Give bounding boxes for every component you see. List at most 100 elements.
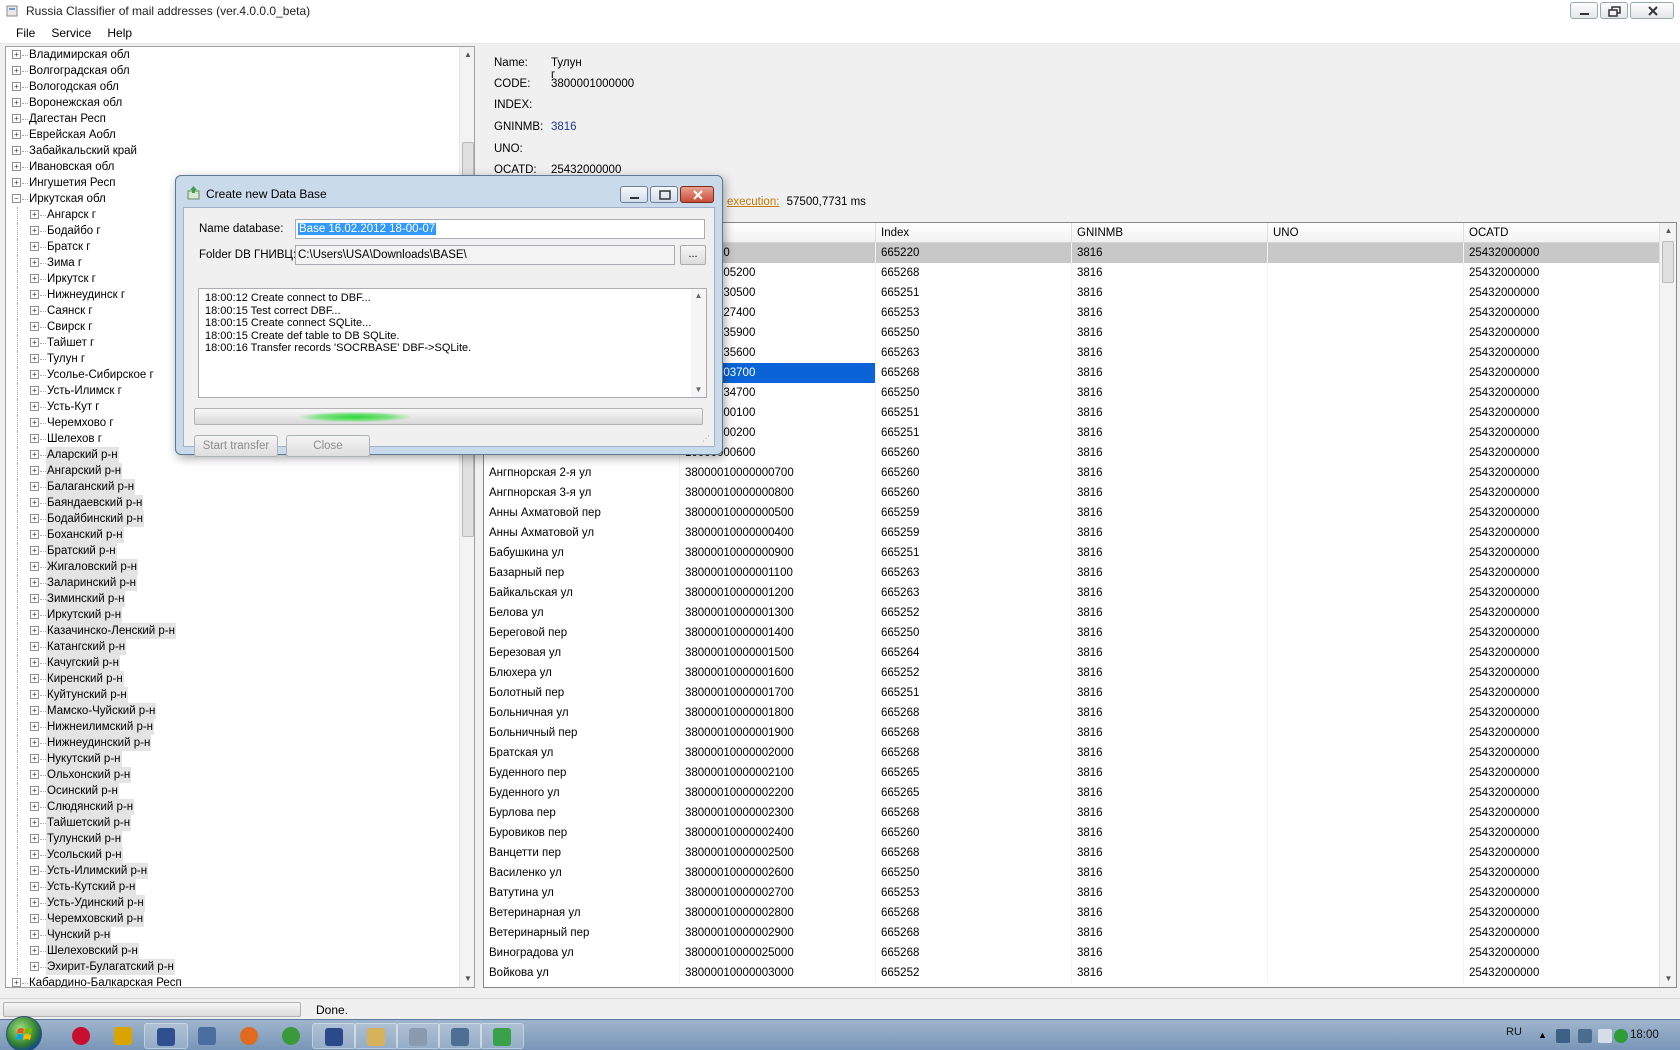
table-cell[interactable] <box>1268 803 1464 823</box>
taskbar-item[interactable] <box>312 1023 356 1049</box>
table-cell[interactable]: 665251 <box>876 403 1072 423</box>
resize-grip-icon[interactable]: ⋰ <box>702 434 712 444</box>
table-cell[interactable]: 38000010000003000 <box>680 963 876 983</box>
table-cell[interactable]: 665251 <box>876 543 1072 563</box>
table-cell[interactable]: 38000010000001900 <box>680 723 876 743</box>
expand-icon[interactable]: + <box>30 354 39 363</box>
table-cell[interactable]: 665268 <box>876 803 1072 823</box>
table-cell[interactable]: 665263 <box>876 583 1072 603</box>
table-cell[interactable]: Анны Ахматовой ул <box>484 523 680 543</box>
table-cell[interactable]: 665268 <box>876 843 1072 863</box>
expand-icon[interactable]: + <box>30 882 39 891</box>
table-cell[interactable]: Белова ул <box>484 603 680 623</box>
table-cell[interactable]: 38000010000001300 <box>680 603 876 623</box>
expand-icon[interactable]: + <box>30 786 39 795</box>
table-cell[interactable]: 38000010000000900 <box>680 543 876 563</box>
tree-item[interactable]: + Ангарский р-н <box>6 463 456 479</box>
table-cell[interactable] <box>1268 823 1464 843</box>
tray-app-icon[interactable] <box>1614 1029 1628 1043</box>
table-row[interactable]: Бурлова пер 38000010000002300 665268 3816 25… <box>484 803 1660 823</box>
table-cell[interactable]: 665259 <box>876 523 1072 543</box>
table-cell[interactable]: 665253 <box>876 883 1072 903</box>
expand-icon[interactable]: + <box>30 370 39 379</box>
table-cell[interactable]: 665268 <box>876 743 1072 763</box>
tree-item[interactable]: + Заларинский р-н <box>6 575 456 591</box>
table-cell[interactable]: 38000010000002600 <box>680 863 876 883</box>
expand-icon[interactable]: + <box>12 50 21 59</box>
tree-item[interactable]: + Усть-Удинский р-н <box>6 895 456 911</box>
table-cell[interactable]: 665268 <box>876 703 1072 723</box>
taskbar-item[interactable] <box>60 1023 104 1049</box>
expand-icon[interactable]: + <box>30 482 39 491</box>
table-row[interactable]: Войкова ул 38000010000003000 665252 3816 254… <box>484 963 1660 983</box>
table-cell[interactable]: Ватутина ул <box>484 883 680 903</box>
table-row[interactable]: Ангпнорская 3-я ул 38000010000000800 66526… <box>484 483 1660 503</box>
expand-icon[interactable]: + <box>30 274 39 283</box>
table-cell[interactable]: 38000010000001400 <box>680 623 876 643</box>
expand-icon[interactable]: + <box>30 450 39 459</box>
table-cell[interactable]: Ванцетти пер <box>484 843 680 863</box>
expand-icon[interactable]: + <box>30 402 39 411</box>
expand-icon[interactable]: + <box>30 962 39 971</box>
scroll-down-arrow-icon[interactable]: ▼ <box>691 383 706 397</box>
table-cell[interactable]: 25432000000 <box>1464 723 1660 743</box>
grid-scroll-thumb[interactable] <box>1662 241 1674 283</box>
expand-icon[interactable]: + <box>30 690 39 699</box>
table-cell[interactable]: 25432000000 <box>1464 903 1660 923</box>
table-cell[interactable]: 3816 <box>1072 683 1268 703</box>
table-cell[interactable]: 38000010000002500 <box>680 843 876 863</box>
table-cell[interactable]: 3816 <box>1072 783 1268 803</box>
table-cell[interactable]: 3816 <box>1072 723 1268 743</box>
table-cell[interactable]: 3816 <box>1072 503 1268 523</box>
table-cell[interactable]: 25432000000 <box>1464 563 1660 583</box>
table-cell[interactable]: 25432000000 <box>1464 303 1660 323</box>
tree-item[interactable]: + Волгоградская обл <box>6 63 456 79</box>
table-cell[interactable]: 3816 <box>1072 263 1268 283</box>
table-cell[interactable]: 38000010000000700 <box>680 463 876 483</box>
table-cell[interactable]: 3816 <box>1072 603 1268 623</box>
column-header[interactable]: UNO <box>1268 223 1464 243</box>
table-cell[interactable]: 25432000000 <box>1464 463 1660 483</box>
expand-icon[interactable]: + <box>30 546 39 555</box>
tree-item[interactable]: + Иркутский р-н <box>6 607 456 623</box>
table-cell[interactable] <box>1268 403 1464 423</box>
table-cell[interactable] <box>1268 923 1464 943</box>
table-cell[interactable] <box>1268 523 1464 543</box>
table-row[interactable]: Буровиков пер 38000010000002400 665260 3816… <box>484 823 1660 843</box>
table-cell[interactable]: 665252 <box>876 663 1072 683</box>
table-row[interactable]: Буденного пер 38000010000002100 665265 3816… <box>484 763 1660 783</box>
table-cell[interactable]: 3816 <box>1072 463 1268 483</box>
expand-icon[interactable]: + <box>12 66 21 75</box>
table-cell[interactable] <box>1268 323 1464 343</box>
table-cell[interactable]: 38000010000001800 <box>680 703 876 723</box>
table-cell[interactable]: 38000010000000800 <box>680 483 876 503</box>
table-row[interactable]: Ванцетти пер 38000010000002500 665268 3816 2… <box>484 843 1660 863</box>
close-dialog-button[interactable]: Close <box>286 435 370 457</box>
table-cell[interactable] <box>1268 963 1464 983</box>
tree-item[interactable]: + Нукутский р-н <box>6 751 456 767</box>
table-cell[interactable]: 665252 <box>876 603 1072 623</box>
tree-item[interactable]: + Ольхонский р-н <box>6 767 456 783</box>
table-cell[interactable]: 25432000000 <box>1464 543 1660 563</box>
table-row[interactable]: Ветеринарная ул 38000010000002800 665268 38… <box>484 903 1660 923</box>
table-cell[interactable]: 665250 <box>876 863 1072 883</box>
table-cell[interactable]: Больничная ул <box>484 703 680 723</box>
expand-icon[interactable]: + <box>30 210 39 219</box>
table-cell[interactable]: 3816 <box>1072 383 1268 403</box>
menu-service[interactable]: Service <box>43 22 99 43</box>
table-cell[interactable]: 3816 <box>1072 703 1268 723</box>
volume-icon[interactable] <box>1598 1029 1612 1043</box>
expand-icon[interactable]: + <box>30 802 39 811</box>
tray-expand-icon[interactable]: ▲ <box>1538 1030 1547 1040</box>
table-cell[interactable]: 3816 <box>1072 543 1268 563</box>
table-cell[interactable]: 3816 <box>1072 943 1268 963</box>
table-cell[interactable]: Анны Ахматовой пер <box>484 503 680 523</box>
table-row[interactable]: Болотный пер 38000010000001700 665251 3816 2… <box>484 683 1660 703</box>
expand-icon[interactable]: + <box>30 626 39 635</box>
table-cell[interactable]: 25432000000 <box>1464 443 1660 463</box>
table-row[interactable]: Больничный пер 38000010000001900 665268 381… <box>484 723 1660 743</box>
table-row[interactable]: Буденного ул 38000010000002200 665265 3816 2… <box>484 783 1660 803</box>
tree-item[interactable]: + Слюдянский р-н <box>6 799 456 815</box>
expand-icon[interactable]: + <box>30 530 39 539</box>
table-cell[interactable]: 665260 <box>876 463 1072 483</box>
